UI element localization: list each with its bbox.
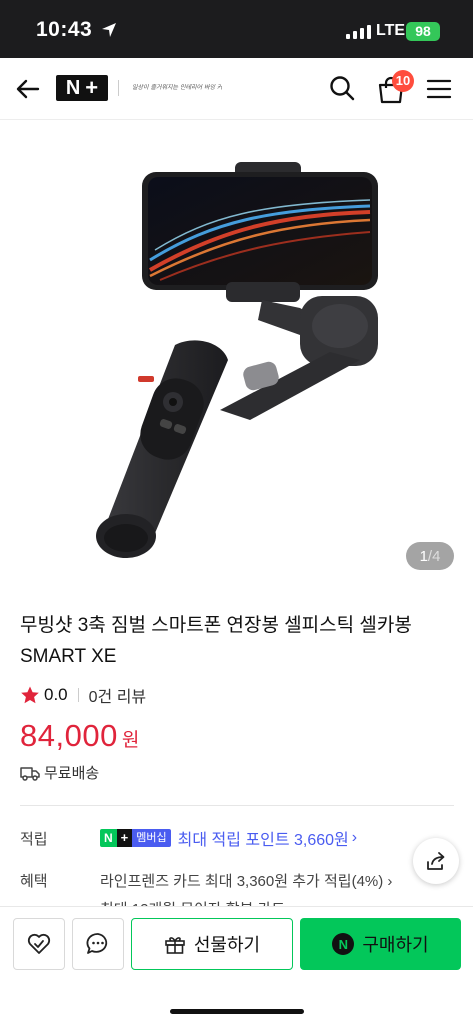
shipping-label: 무료배송 — [44, 765, 100, 782]
bottom-action-bar: 선물하기 N 구매하기 — [0, 906, 473, 1024]
buy-button-label: 구매하기 — [362, 935, 429, 955]
rating-value: 0.0 — [44, 685, 68, 704]
membership-badge-text: 멤버십 — [132, 829, 171, 847]
chat-bubble-icon — [86, 933, 108, 954]
wishlist-button[interactable] — [13, 918, 65, 970]
membership-badge-plus: + — [116, 829, 133, 847]
card-benefit-text[interactable]: 라인프렌즈 카드 최대 3,360원 추가 적립(4%) › — [100, 870, 392, 891]
header-divider — [118, 80, 119, 96]
back-arrow-icon[interactable] — [14, 75, 42, 103]
max-points-text[interactable]: 최대 적립 포인트 3,660원 — [178, 826, 349, 850]
gift-button[interactable]: 선물하기 — [131, 918, 293, 970]
nplus-membership-badge: N + 멤버십 — [100, 829, 171, 847]
status-time: 10:43 — [36, 18, 93, 41]
status-bar: 10:43 LTE 98 — [0, 0, 473, 58]
image-counter-current: 1 — [419, 547, 428, 565]
talktalk-inquiry-button[interactable] — [72, 918, 124, 970]
gift-button-label: 선물하기 — [193, 935, 261, 955]
image-counter: 1 / 4 — [406, 542, 454, 570]
logo-n: N — [65, 76, 81, 99]
gift-icon — [165, 937, 185, 954]
search-icon[interactable] — [328, 74, 356, 102]
cart-count-badge: 10 — [392, 70, 414, 92]
rating-row[interactable]: 0.0 0건 리뷰 — [20, 683, 146, 707]
price-value: 84,000 — [20, 718, 118, 753]
product-image-gallery[interactable]: 1 / 4 — [0, 120, 473, 590]
product-gimbal-image — [96, 162, 378, 558]
section-divider — [20, 805, 454, 806]
brand-tagline[interactable]: 일상이 즐거워지는 인테리어 바잉 커뮤니티 — [132, 81, 222, 95]
battery-indicator: 98 — [406, 22, 440, 41]
heart-check-icon — [27, 933, 51, 954]
share-icon — [427, 852, 445, 870]
benefit-label: 혜택 — [20, 872, 48, 890]
cart-button[interactable]: 10 — [376, 70, 416, 106]
delivery-truck-icon — [20, 766, 40, 781]
app-header: N + 일상이 즐거워지는 인테리어 바잉 커뮤니티 10 — [0, 58, 473, 120]
product-title: 무빙샷 3축 짐벌 스마트폰 연장봉 셀피스틱 셀카봉 SMART XE — [20, 615, 412, 667]
location-arrow-icon — [102, 23, 116, 37]
price-row: 84,000 원 — [20, 718, 139, 754]
membership-badge-n: N — [100, 829, 117, 847]
rating-separator — [77, 688, 79, 702]
hamburger-menu-icon[interactable] — [426, 77, 452, 101]
nplus-store-logo[interactable]: N + — [56, 75, 108, 101]
price-unit: 원 — [121, 730, 140, 751]
shipping-info: 무료배송 — [20, 762, 99, 783]
points-row[interactable]: 적립 N + 멤버십 최대 적립 포인트 3,660원 › — [20, 826, 460, 850]
chevron-right-icon: › — [351, 829, 358, 846]
buy-button[interactable]: N 구매하기 — [300, 918, 461, 970]
signal-strength-icon — [346, 25, 371, 39]
naver-pay-n-icon: N — [332, 933, 355, 955]
logo-plus: + — [85, 75, 99, 100]
points-label: 적립 — [20, 830, 48, 848]
star-icon — [21, 686, 39, 704]
image-counter-total: 4 — [432, 547, 441, 565]
home-indicator — [170, 1009, 304, 1014]
benefit-row[interactable]: 혜택 라인프렌즈 카드 최대 3,360원 추가 적립(4%) › — [20, 868, 460, 892]
share-button[interactable] — [413, 838, 459, 884]
network-type-label: LTE — [376, 22, 406, 39]
review-count[interactable]: 0건 리뷰 — [89, 683, 147, 707]
battery-level: 98 — [415, 23, 431, 39]
